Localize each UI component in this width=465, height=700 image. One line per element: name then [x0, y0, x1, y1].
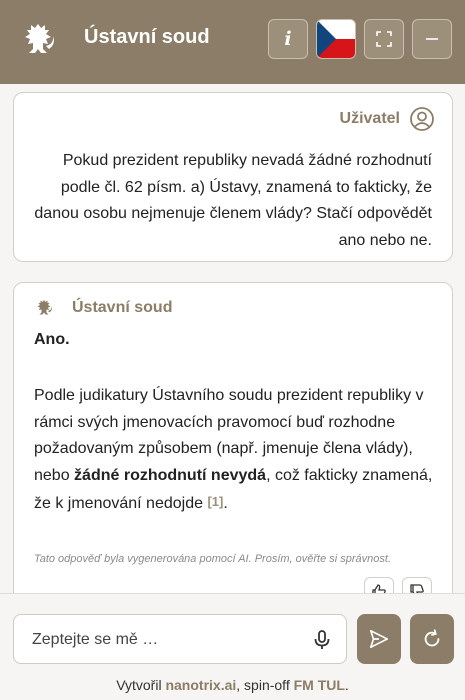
thumbs-down-icon [410, 584, 424, 593]
user-icon [410, 107, 434, 131]
assistant-message-text: Podle judikatury Ústavního soudu prezide… [34, 383, 434, 518]
footer-middle: , spin-off [236, 677, 294, 693]
composer-divider [0, 593, 465, 594]
fullscreen-button[interactable] [364, 19, 404, 59]
assistant-message-card: Ústavní soud Ano. Podle judikatury Ústav… [13, 282, 453, 593]
user-message-card: Uživatel Pokud prezident republiky nevad… [13, 92, 453, 262]
czech-flag-icon [317, 20, 355, 58]
ai-disclaimer: Tato odpověď byla vygenerována pomocí AI… [34, 553, 392, 565]
refresh-icon [424, 629, 440, 647]
thumbs-up-icon [372, 584, 386, 593]
info-button[interactable]: i [268, 19, 308, 59]
footer-suffix: . [344, 677, 349, 693]
assistant-message-header: Ústavní soud [34, 297, 172, 319]
user-message-text: Pokud prezident republiky nevadá žádné r… [34, 152, 432, 249]
question-input[interactable] [32, 627, 302, 653]
user-name: Uživatel [339, 110, 400, 127]
footer-prefix: Vytvořil [116, 677, 166, 693]
footer-university-link[interactable]: FM TUL [294, 677, 345, 693]
question-input-box[interactable] [13, 614, 347, 664]
app-header: Ústavní soud i [0, 0, 465, 84]
language-button[interactable] [316, 19, 356, 59]
assistant-name: Ústavní soud [72, 299, 173, 316]
citation-link[interactable]: [1] [207, 494, 223, 509]
reset-button[interactable] [410, 614, 454, 664]
heraldic-lion-icon [37, 300, 52, 315]
microphone-icon[interactable] [310, 628, 334, 652]
thumbs-up-button[interactable] [364, 577, 394, 593]
app-title: Ústavní soud [84, 26, 210, 48]
thumbs-down-button[interactable] [402, 577, 432, 593]
minimize-icon [426, 38, 438, 40]
chat-area[interactable]: Uživatel Pokud prezident republiky nevad… [0, 84, 465, 593]
heraldic-lion-icon [25, 24, 54, 53]
user-message-header: Uživatel [340, 107, 434, 131]
send-icon [369, 629, 389, 649]
assistant-short-answer: Ano. [34, 331, 70, 348]
send-button[interactable] [357, 614, 401, 664]
assistant-text-bold: žádné rozhodnutí nevydá [74, 466, 267, 484]
fullscreen-icon [376, 31, 392, 47]
footer-brand-link[interactable]: nanotrix.ai [165, 677, 236, 693]
assistant-text-end: . [223, 495, 228, 512]
footer-credit: Vytvořil nanotrix.ai, spin-off FM TUL. [0, 677, 465, 693]
info-icon: i [284, 28, 292, 50]
minimize-button[interactable] [412, 19, 452, 59]
